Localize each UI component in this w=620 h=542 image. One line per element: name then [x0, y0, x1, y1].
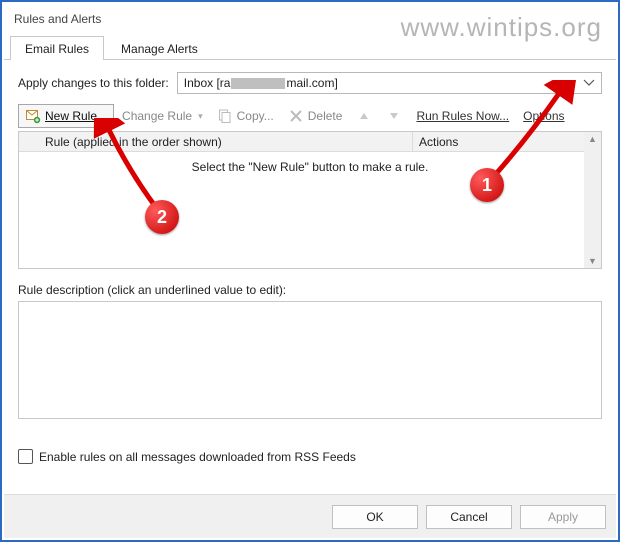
options-button[interactable]: Options [517, 106, 570, 126]
new-rule-button[interactable]: New Rule... [18, 104, 114, 128]
folder-label: Apply changes to this folder: [18, 76, 169, 90]
new-rule-label: New Rule... [45, 109, 107, 123]
triangle-up-icon [356, 108, 372, 124]
empty-rules-message: Select the "New Rule" button to make a r… [19, 152, 601, 174]
rule-description-label: Rule description (click an underlined va… [18, 283, 602, 297]
scrollbar[interactable]: ▲ ▼ [584, 132, 601, 268]
dialog-footer: OK Cancel Apply [4, 494, 616, 538]
ok-button[interactable]: OK [332, 505, 418, 529]
rule-description-box [18, 301, 602, 419]
column-rule-header[interactable]: Rule (applied in the order shown) [19, 132, 413, 151]
rules-list: Rule (applied in the order shown) Action… [18, 131, 602, 269]
scroll-up-icon[interactable]: ▲ [588, 132, 597, 146]
rss-checkbox-label: Enable rules on all messages downloaded … [39, 450, 356, 464]
move-up-button [350, 105, 378, 127]
rules-alerts-window: Rules and Alerts Email Rules Manage Aler… [4, 4, 616, 538]
folder-select[interactable]: Inbox [ramail.com] [177, 72, 602, 94]
cancel-button[interactable]: Cancel [426, 505, 512, 529]
toolbar: New Rule... Change Rule▾ Copy... Delete [18, 104, 602, 128]
window-title: Rules and Alerts [4, 4, 616, 34]
move-down-button [380, 105, 408, 127]
chevron-down-icon: ▾ [198, 111, 203, 122]
copy-button: Copy... [211, 105, 280, 127]
tab-strip: Email Rules Manage Alerts [4, 34, 616, 60]
redacted-block [231, 78, 285, 89]
triangle-down-icon [386, 108, 402, 124]
column-actions-header[interactable]: Actions [413, 132, 601, 151]
apply-button: Apply [520, 505, 606, 529]
delete-button: Delete [282, 105, 349, 127]
tab-email-rules[interactable]: Email Rules [10, 36, 104, 60]
rss-checkbox[interactable] [18, 449, 33, 464]
run-rules-button[interactable]: Run Rules Now... [410, 106, 515, 126]
new-rule-icon [25, 108, 41, 124]
folder-select-value: Inbox [ramail.com] [184, 76, 338, 90]
scroll-down-icon[interactable]: ▼ [588, 254, 597, 268]
tab-manage-alerts[interactable]: Manage Alerts [106, 36, 213, 60]
copy-icon [217, 108, 233, 124]
change-rule-button: Change Rule▾ [116, 106, 209, 126]
delete-icon [288, 108, 304, 124]
chevron-down-icon[interactable] [581, 74, 597, 93]
